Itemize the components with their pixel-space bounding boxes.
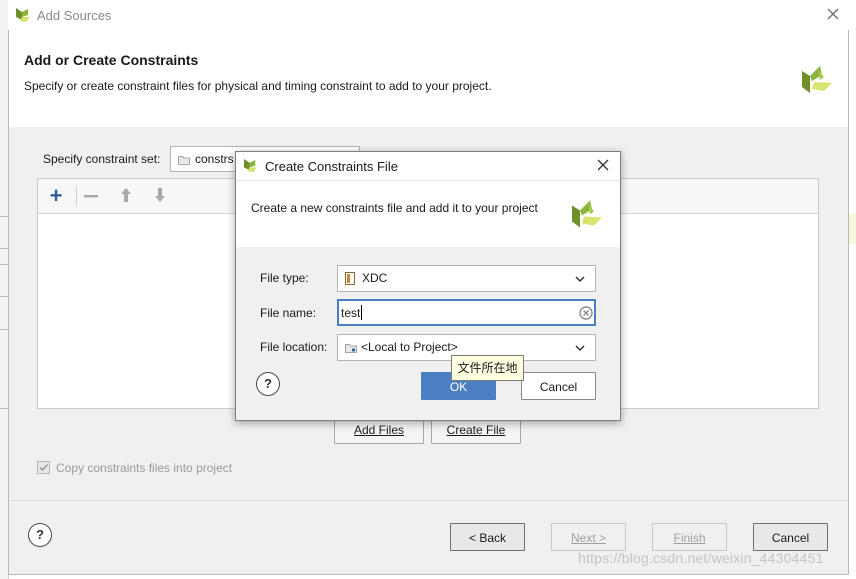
vivado-large-logo-icon <box>802 66 832 93</box>
dialog-description: Create a new constraints file and add it… <box>251 201 538 215</box>
file-name-input[interactable]: test <box>337 299 596 326</box>
watermark-text: https://blog.csdn.net/weixin_44304451 <box>578 550 824 566</box>
next-button: Next > <box>551 523 626 551</box>
window-titlebar <box>8 0 849 30</box>
add-icon[interactable]: + <box>46 185 66 207</box>
create-file-button[interactable]: Create File <box>431 417 521 444</box>
folder-icon <box>178 156 190 165</box>
remove-icon[interactable] <box>81 186 101 206</box>
chevron-down-icon <box>575 276 585 283</box>
back-button[interactable]: < Back <box>450 523 525 551</box>
background-app-edge <box>849 214 856 244</box>
file-location-label: File location: <box>260 340 328 354</box>
move-up-icon[interactable] <box>116 186 136 206</box>
add-files-button[interactable]: Add Files <box>334 417 424 444</box>
cancel-button[interactable]: Cancel <box>753 523 828 551</box>
move-down-icon[interactable] <box>150 186 170 206</box>
text-cursor <box>361 305 362 320</box>
page-title: Add or Create Constraints <box>24 52 199 68</box>
file-location-tooltip: 文件所在地 <box>451 355 524 381</box>
vivado-logo-icon <box>16 8 30 22</box>
window-close-icon[interactable] <box>824 6 842 24</box>
file-type-label: File type: <box>260 271 309 285</box>
clear-icon[interactable] <box>579 306 593 320</box>
file-type-select[interactable]: XDC <box>337 265 596 292</box>
footer-divider <box>9 500 848 501</box>
file-name-value: test <box>341 306 361 320</box>
copy-constraints-checkbox[interactable] <box>37 461 50 474</box>
constraint-set-label: Specify constraint set: <box>43 152 161 166</box>
file-type-value: XDC <box>362 271 388 285</box>
dialog-logo-icon <box>243 158 258 173</box>
xdc-file-icon <box>345 272 355 285</box>
file-name-label: File name: <box>260 306 317 320</box>
toolbar-divider <box>76 186 77 206</box>
help-button[interactable]: ? <box>28 523 52 547</box>
chevron-down-icon <box>575 345 585 352</box>
window-title: Add Sources <box>37 8 112 23</box>
dialog-title: Create Constraints File <box>265 159 398 174</box>
copy-constraints-label: Copy constraints files into project <box>56 461 233 475</box>
file-location-value: <Local to Project> <box>361 340 458 354</box>
dialog-help-button[interactable]: ? <box>256 372 280 396</box>
dialog-large-logo-icon <box>572 200 602 228</box>
dialog-close-icon[interactable] <box>596 158 612 174</box>
constraint-set-value: constrs <box>195 152 234 166</box>
dialog-cancel-button[interactable]: Cancel <box>521 372 596 400</box>
folder-icon <box>345 344 357 353</box>
finish-button: Finish <box>652 523 727 551</box>
page-description: Specify or create constraint files for p… <box>24 79 492 93</box>
